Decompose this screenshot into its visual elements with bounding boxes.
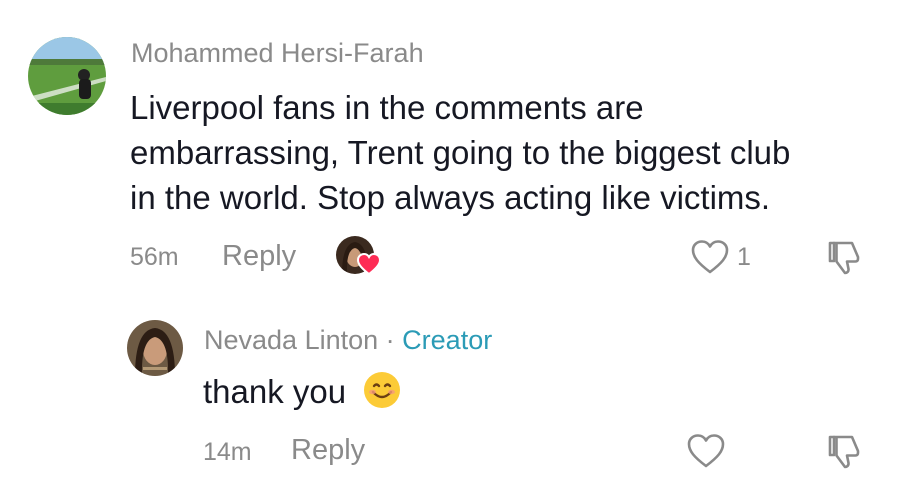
comment-timestamp: 56m [130, 243, 179, 271]
reply-button[interactable]: Reply [222, 240, 296, 273]
thumbs-down-icon[interactable] [826, 238, 864, 276]
reply-username-row: Nevada Linton · Creator [204, 325, 492, 356]
thumbs-down-icon[interactable] [826, 432, 864, 470]
separator-dot: · [385, 325, 395, 355]
comment-thread: Mohammed Hersi-Farah Liverpool fans in t… [0, 0, 900, 489]
comment-text-line: Liverpool fans in the comments are [130, 89, 644, 126]
creator-liked-indicator [336, 236, 384, 278]
reply-avatar[interactable] [127, 320, 183, 376]
reply-text: thank you [203, 366, 401, 417]
creator-badge: Creator [402, 325, 493, 355]
heart-badge-icon [357, 253, 381, 275]
avatar[interactable] [28, 37, 106, 115]
comment-text-line: embarrassing, Trent going to the biggest… [130, 134, 791, 171]
reply-button[interactable]: Reply [291, 434, 365, 467]
heart-outline-icon[interactable] [686, 433, 726, 469]
reply-text-content: thank you [203, 373, 347, 410]
heart-outline-icon[interactable] [690, 239, 730, 275]
reply-timestamp: 14m [203, 438, 252, 466]
smiling-face-emoji [364, 372, 401, 408]
like-count: 1 [737, 243, 751, 271]
comment-text-line: in the world. Stop always acting like vi… [130, 179, 771, 216]
comment-username[interactable]: Mohammed Hersi-Farah [131, 38, 424, 69]
reply-username[interactable]: Nevada Linton [204, 325, 378, 355]
